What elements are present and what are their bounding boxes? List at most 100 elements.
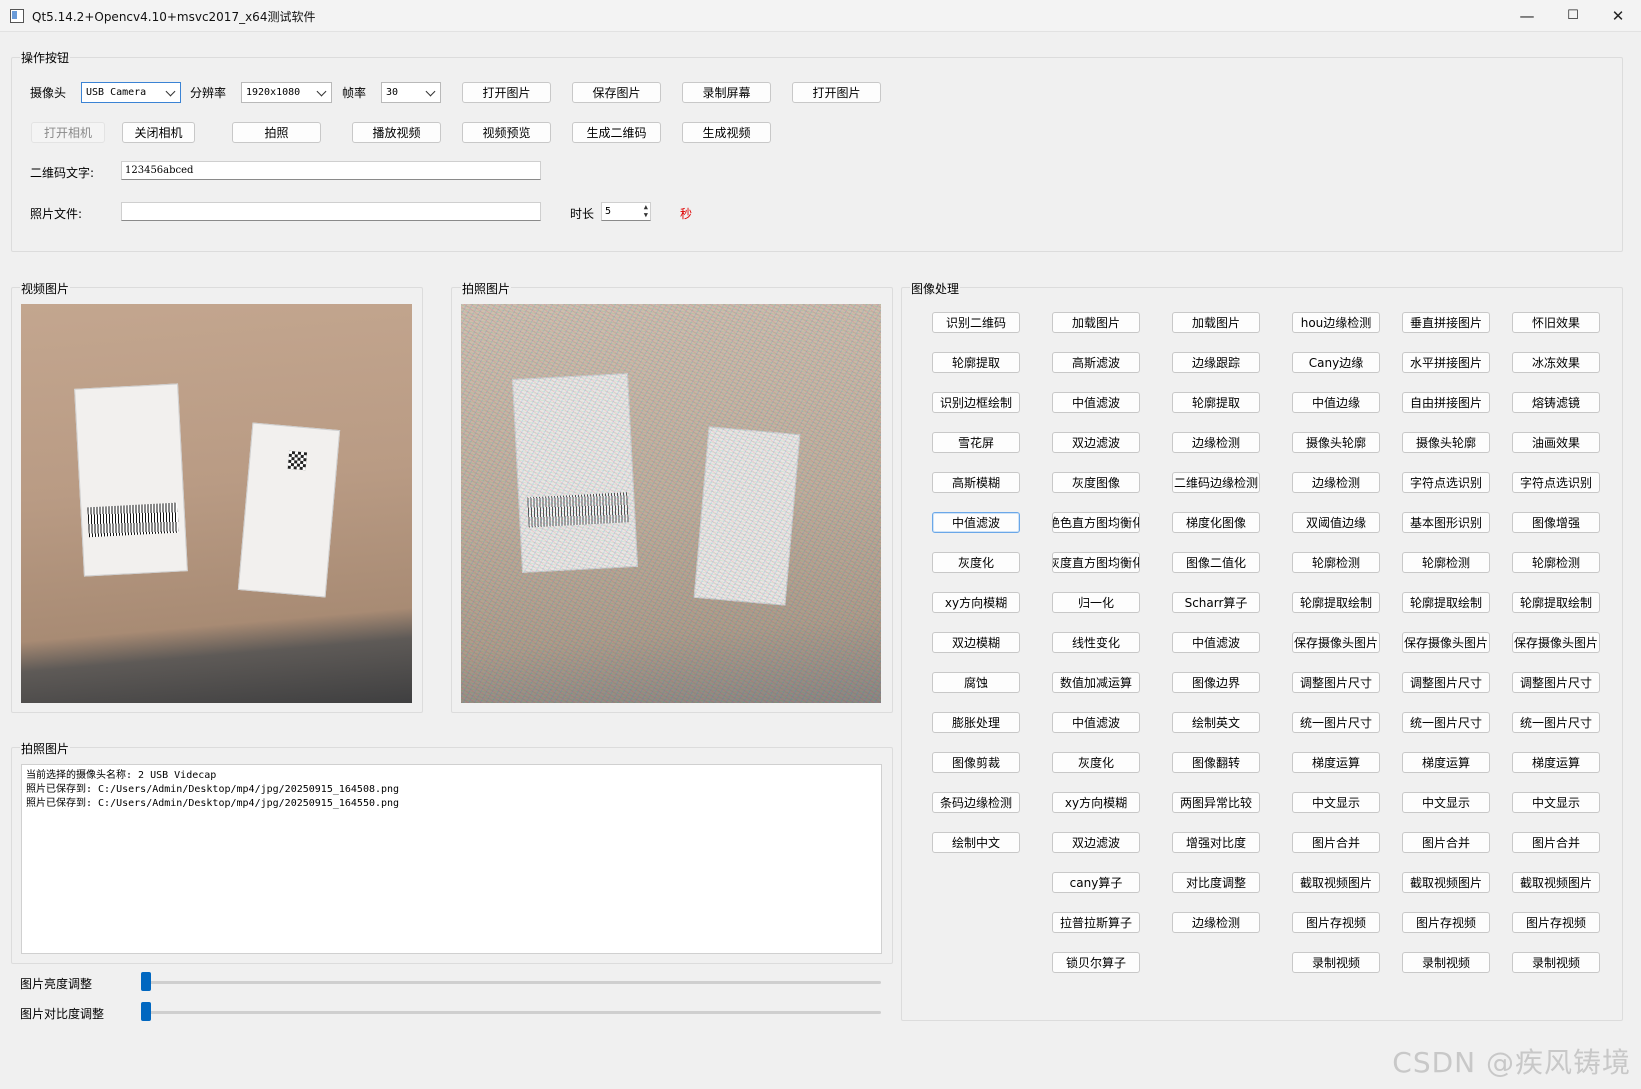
proc-button-c0-r6[interactable]: 灰度化 [932,552,1020,573]
proc-button-c3-r13[interactable]: 图片合并 [1292,832,1380,853]
proc-button-c0-r7[interactable]: xy方向模糊 [932,592,1020,613]
record-screen-button[interactable]: 录制屏幕 [682,82,771,103]
proc-button-c4-r7[interactable]: 轮廓提取绘制 [1402,592,1490,613]
proc-button-c4-r1[interactable]: 水平拼接图片 [1402,352,1490,373]
proc-button-c1-r15[interactable]: 拉普拉斯算子 [1052,912,1140,933]
brightness-slider-handle[interactable] [141,972,151,991]
proc-button-c5-r13[interactable]: 图片合并 [1512,832,1600,853]
proc-button-c3-r16[interactable]: 录制视频 [1292,952,1380,973]
proc-button-c1-r5[interactable]: 绝色直方图均衡化 [1052,512,1140,533]
proc-button-c4-r16[interactable]: 录制视频 [1402,952,1490,973]
proc-button-c2-r10[interactable]: 绘制英文 [1172,712,1260,733]
proc-button-c4-r2[interactable]: 自由拼接图片 [1402,392,1490,413]
proc-button-c3-r10[interactable]: 统一图片尺寸 [1292,712,1380,733]
proc-button-c1-r10[interactable]: 中值滤波 [1052,712,1140,733]
proc-button-c3-r14[interactable]: 截取视频图片 [1292,872,1380,893]
proc-button-c3-r1[interactable]: Cany边缘 [1292,352,1380,373]
proc-button-c0-r5[interactable]: 中值滤波 [932,512,1020,533]
proc-button-c2-r12[interactable]: 两图异常比较 [1172,792,1260,813]
proc-button-c1-r16[interactable]: 锁贝尔算子 [1052,952,1140,973]
proc-button-c0-r11[interactable]: 图像剪裁 [932,752,1020,773]
take-photo-button[interactable]: 拍照 [232,122,321,143]
proc-button-c3-r11[interactable]: 梯度运算 [1292,752,1380,773]
proc-button-c1-r0[interactable]: 加载图片 [1052,312,1140,333]
proc-button-c1-r8[interactable]: 线性变化 [1052,632,1140,653]
proc-button-c1-r1[interactable]: 高斯滤波 [1052,352,1140,373]
proc-button-c0-r3[interactable]: 雪花屏 [932,432,1020,453]
proc-button-c1-r13[interactable]: 双边滤波 [1052,832,1140,853]
proc-button-c2-r15[interactable]: 边缘检测 [1172,912,1260,933]
proc-button-c2-r4[interactable]: 二维码边缘检测 [1172,472,1260,493]
contrast-slider-track[interactable] [141,1011,881,1014]
proc-button-c3-r0[interactable]: hou边缘检测 [1292,312,1380,333]
proc-button-c2-r14[interactable]: 对比度调整 [1172,872,1260,893]
proc-button-c5-r8[interactable]: 保存摄像头图片 [1512,632,1600,653]
proc-button-c3-r4[interactable]: 边缘检测 [1292,472,1380,493]
proc-button-c4-r13[interactable]: 图片合并 [1402,832,1490,853]
proc-button-c2-r8[interactable]: 中值滤波 [1172,632,1260,653]
proc-button-c3-r12[interactable]: 中文显示 [1292,792,1380,813]
proc-button-c4-r8[interactable]: 保存摄像头图片 [1402,632,1490,653]
proc-button-c3-r8[interactable]: 保存摄像头图片 [1292,632,1380,653]
proc-button-c3-r3[interactable]: 摄像头轮廓 [1292,432,1380,453]
proc-button-c0-r1[interactable]: 轮廓提取 [932,352,1020,373]
photo-file-input[interactable] [121,202,541,221]
proc-button-c0-r2[interactable]: 识别边框绘制 [932,392,1020,413]
proc-button-c2-r6[interactable]: 图像二值化 [1172,552,1260,573]
proc-button-c5-r7[interactable]: 轮廓提取绘制 [1512,592,1600,613]
proc-button-c4-r10[interactable]: 统一图片尺寸 [1402,712,1490,733]
proc-button-c3-r6[interactable]: 轮廓检测 [1292,552,1380,573]
proc-button-c1-r4[interactable]: 灰度图像 [1052,472,1140,493]
generate-video-button[interactable]: 生成视频 [682,122,771,143]
proc-button-c1-r12[interactable]: xy方向模糊 [1052,792,1140,813]
proc-button-c5-r6[interactable]: 轮廓检测 [1512,552,1600,573]
proc-button-c2-r1[interactable]: 边缘跟踪 [1172,352,1260,373]
proc-button-c0-r12[interactable]: 条码边缘检测 [932,792,1020,813]
proc-button-c4-r12[interactable]: 中文显示 [1402,792,1490,813]
proc-button-c1-r14[interactable]: cany算子 [1052,872,1140,893]
log-textarea[interactable]: 当前选择的摄像头名称: 2 USB Videcap 照片已保存到: C:/Use… [21,764,882,954]
proc-button-c5-r11[interactable]: 梯度运算 [1512,752,1600,773]
minimize-button[interactable]: — [1504,0,1550,31]
generate-qr-button[interactable]: 生成二维码 [572,122,661,143]
proc-button-c1-r2[interactable]: 中值滤波 [1052,392,1140,413]
proc-button-c2-r2[interactable]: 轮廓提取 [1172,392,1260,413]
proc-button-c5-r12[interactable]: 中文显示 [1512,792,1600,813]
proc-button-c4-r4[interactable]: 字符点选识别 [1402,472,1490,493]
proc-button-c5-r5[interactable]: 图像增强 [1512,512,1600,533]
brightness-slider-track[interactable] [141,981,881,984]
proc-button-c5-r14[interactable]: 截取视频图片 [1512,872,1600,893]
proc-button-c2-r5[interactable]: 梯度化图像 [1172,512,1260,533]
video-preview-button[interactable]: 视频预览 [462,122,551,143]
proc-button-c2-r11[interactable]: 图像翻转 [1172,752,1260,773]
proc-button-c2-r7[interactable]: Scharr算子 [1172,592,1260,613]
qr-text-input[interactable]: 123456abced [121,161,541,180]
proc-button-c5-r15[interactable]: 图片存视频 [1512,912,1600,933]
fps-select[interactable]: 30 [381,82,441,103]
proc-button-c3-r15[interactable]: 图片存视频 [1292,912,1380,933]
proc-button-c1-r11[interactable]: 灰度化 [1052,752,1140,773]
proc-button-c1-r6[interactable]: 灰度直方图均衡化 [1052,552,1140,573]
close-button[interactable]: ✕ [1595,0,1641,31]
camera-select[interactable]: USB Camera [81,82,181,103]
proc-button-c4-r11[interactable]: 梯度运算 [1402,752,1490,773]
proc-button-c0-r13[interactable]: 绘制中文 [932,832,1020,853]
proc-button-c4-r0[interactable]: 垂直拼接图片 [1402,312,1490,333]
proc-button-c4-r5[interactable]: 基本图形识别 [1402,512,1490,533]
proc-button-c0-r8[interactable]: 双边模糊 [932,632,1020,653]
spin-arrows-icon[interactable]: ▲ ▼ [644,203,648,219]
open-image-button[interactable]: 打开图片 [462,82,551,103]
proc-button-c5-r10[interactable]: 统一图片尺寸 [1512,712,1600,733]
contrast-slider-handle[interactable] [141,1002,151,1021]
proc-button-c5-r3[interactable]: 油画效果 [1512,432,1600,453]
proc-button-c4-r15[interactable]: 图片存视频 [1402,912,1490,933]
proc-button-c5-r16[interactable]: 录制视频 [1512,952,1600,973]
open-camera-button[interactable]: 打开相机 [31,122,105,143]
proc-button-c5-r4[interactable]: 字符点选识别 [1512,472,1600,493]
proc-button-c0-r10[interactable]: 膨胀处理 [932,712,1020,733]
proc-button-c2-r9[interactable]: 图像边界 [1172,672,1260,693]
proc-button-c3-r5[interactable]: 双阈值边缘 [1292,512,1380,533]
proc-button-c1-r3[interactable]: 双边滤波 [1052,432,1140,453]
proc-button-c1-r9[interactable]: 数值加减运算 [1052,672,1140,693]
proc-button-c0-r9[interactable]: 腐蚀 [932,672,1020,693]
